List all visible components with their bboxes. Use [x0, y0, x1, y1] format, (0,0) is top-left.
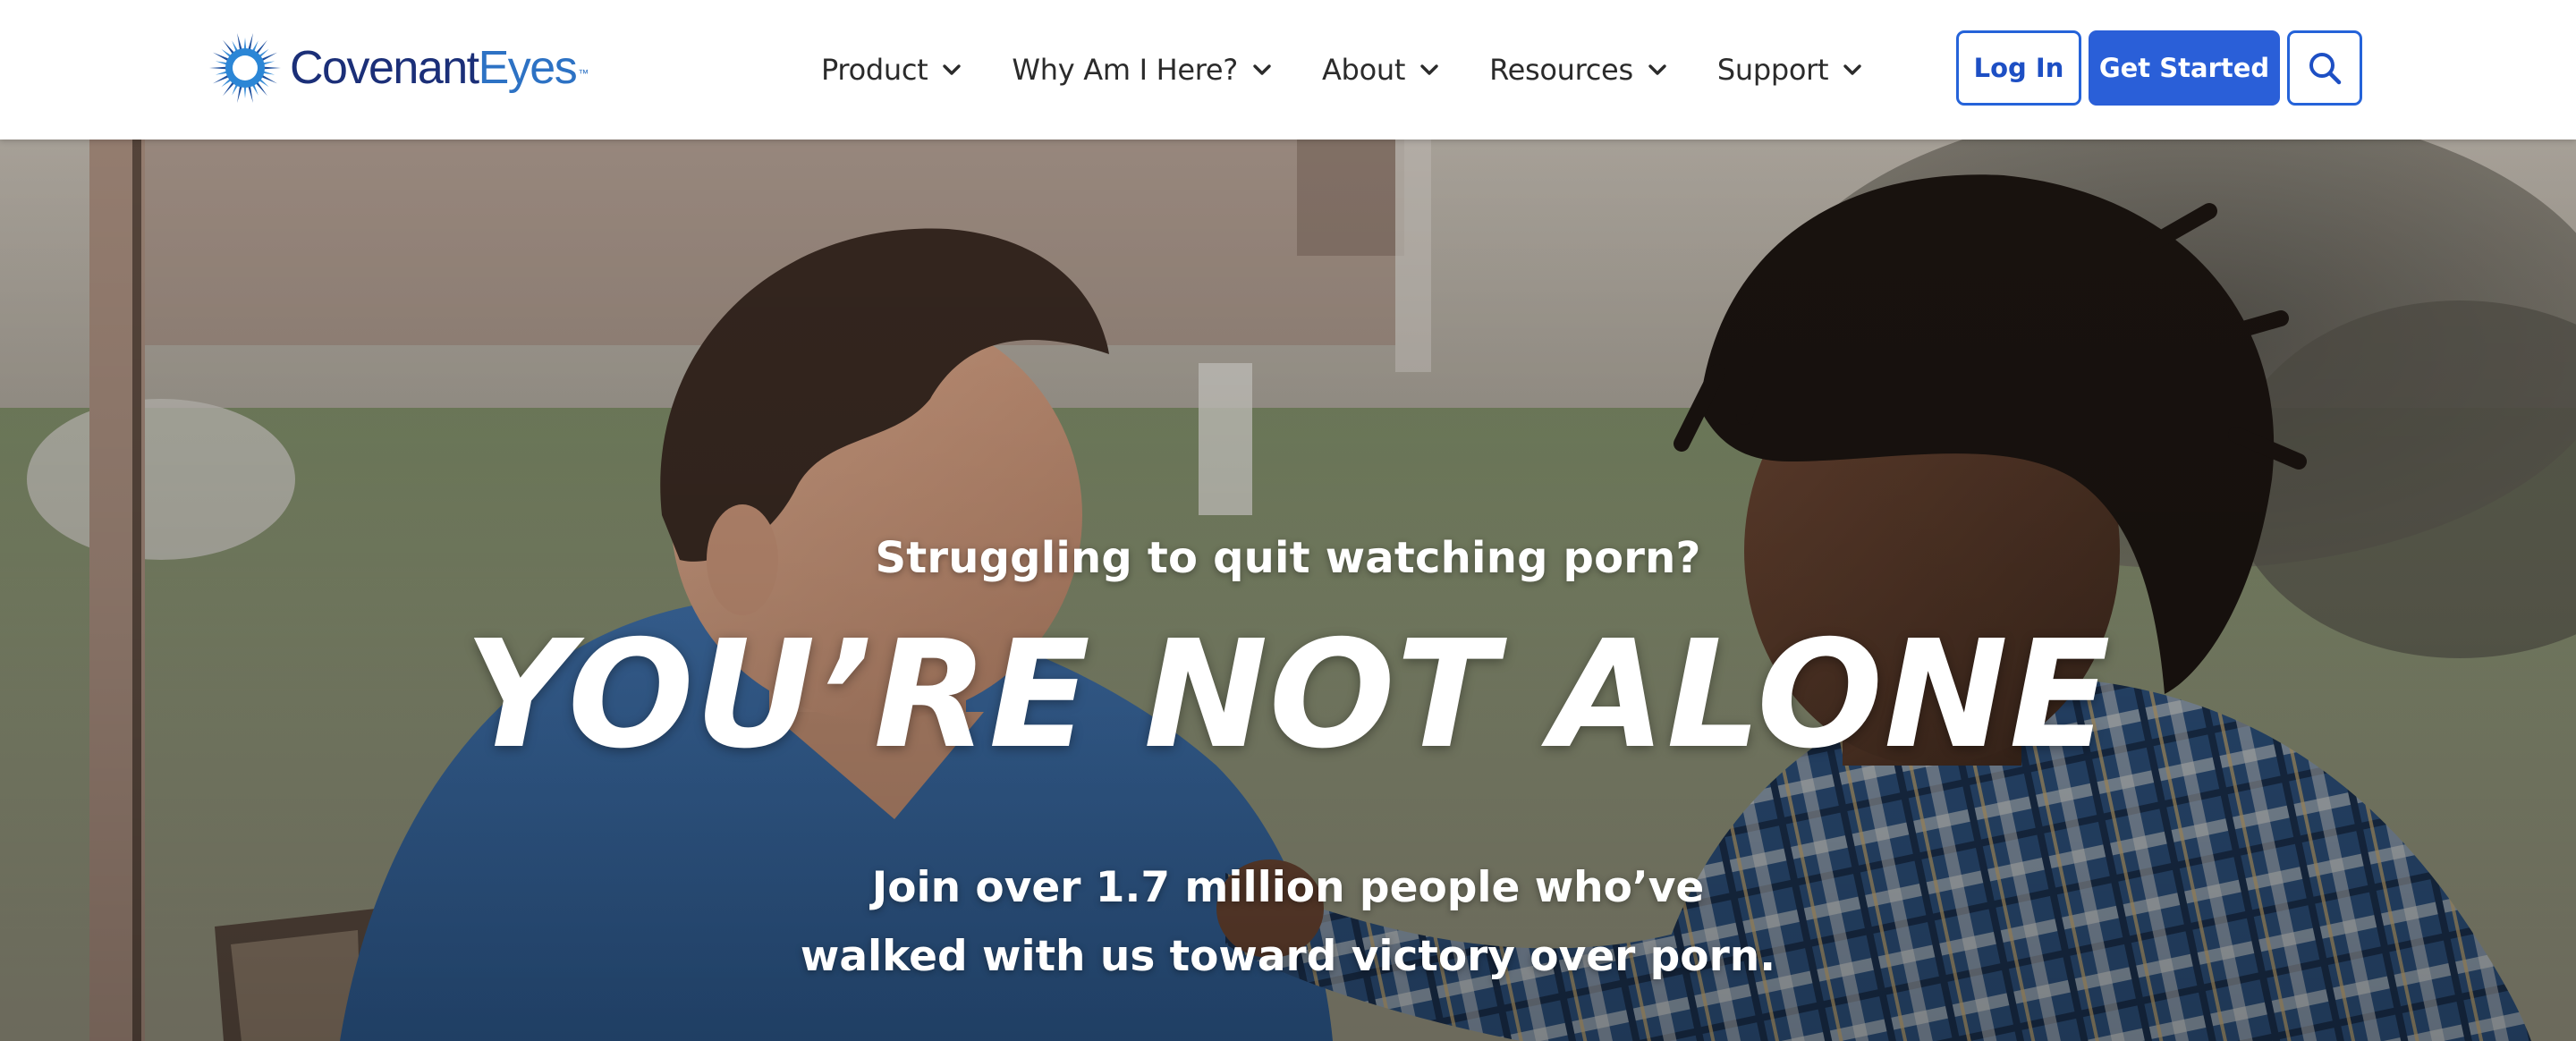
hero-subtitle: Join over 1.7 million people who’ve walk… — [0, 853, 2576, 991]
covenant-eyes-logo[interactable]: CovenantEyes ™ — [202, 30, 589, 106]
search-icon — [2309, 53, 2342, 85]
brand-name-part2: Eyes — [478, 42, 578, 94]
get-started-button[interactable]: Get Started — [2089, 30, 2280, 106]
site-header: CovenantEyes ™ Product Why Am I Here? Abo… — [0, 0, 2576, 140]
main-nav: Product Why Am I Here? About Resources S… — [821, 43, 1862, 97]
nav-item-label: Resources — [1489, 53, 1633, 87]
chevron-down-icon — [1253, 64, 1271, 75]
nav-item-label: About — [1321, 53, 1406, 87]
nav-item-about[interactable]: About — [1322, 43, 1439, 97]
hero-title: YOU’RE NOT ALONE — [464, 609, 2112, 782]
search-button[interactable] — [2287, 30, 2362, 106]
brand-name-part1: Covenant — [290, 42, 479, 94]
nav-item-label: Product — [821, 53, 928, 87]
hero-subtitle-line2: walked with us toward victory over porn. — [800, 932, 1776, 981]
chevron-down-icon — [1843, 64, 1861, 75]
nav-item-label: Why Am I Here? — [1012, 53, 1238, 87]
nav-item-resources[interactable]: Resources — [1489, 43, 1667, 97]
hero-eyebrow: Struggling to quit watching porn? — [875, 533, 1701, 583]
nav-item-support[interactable]: Support — [1717, 43, 1862, 97]
chevron-down-icon — [1648, 64, 1666, 75]
sunburst-eye-icon — [209, 33, 281, 103]
hero-subtitle-line1: Join over 1.7 million people who’ve — [871, 863, 1705, 912]
trademark-symbol: ™ — [578, 67, 589, 80]
login-button[interactable]: Log In — [1956, 30, 2081, 106]
chevron-down-icon — [1420, 64, 1438, 75]
nav-item-label: Support — [1716, 53, 1829, 87]
nav-item-why-am-i-here[interactable]: Why Am I Here? — [1012, 43, 1272, 97]
nav-item-product[interactable]: Product — [821, 43, 962, 97]
hero-section: Struggling to quit watching porn? YOU’RE… — [0, 140, 2576, 1041]
brand-wordmark: CovenantEyes ™ — [290, 30, 589, 106]
chevron-down-icon — [943, 64, 962, 75]
